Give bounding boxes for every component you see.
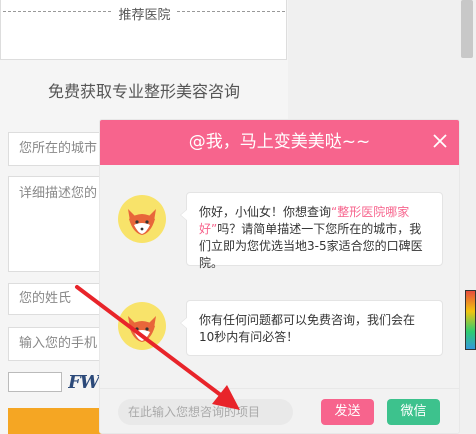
captcha-image[interactable]: FW bbox=[68, 372, 102, 394]
recommended-title: 推荐医院 bbox=[118, 8, 171, 23]
submit-button[interactable] bbox=[8, 408, 104, 434]
chat-header: @我，马上变美美哒~~ bbox=[100, 120, 459, 165]
page-scrollbar[interactable] bbox=[460, 0, 476, 434]
chat-footer: 在此输入您想咨询的项目 发送 微信 bbox=[100, 388, 459, 433]
scrollbar-thumb[interactable] bbox=[461, 0, 473, 58]
divider bbox=[177, 11, 285, 12]
message-text: 你有任何问题都可以免费咨询，我们会在10秒内有问必答！ bbox=[199, 313, 416, 344]
wechat-button[interactable]: 微信 bbox=[387, 399, 440, 425]
chat-dialog: @我，马上变美美哒~~ 你好，小仙女！你想查询“整形医院哪家好”吗？请简单描述一… bbox=[99, 119, 460, 434]
recommended-hospitals-box: 推荐医院 bbox=[0, 0, 287, 60]
message-text: 你好，小仙女！你想查询 bbox=[199, 205, 332, 219]
chat-message: 你有任何问题都可以免费咨询，我们会在10秒内有问必答！ bbox=[180, 300, 443, 356]
captcha-input[interactable] bbox=[8, 372, 62, 392]
chat-message: 你好，小仙女！你想查询“整形医院哪家好”吗？请简单描述一下您所在的城市，我们立即… bbox=[180, 192, 443, 270]
message-text: 吗？请简单描述一下您所在的城市，我们立即为您优选当地3-5家适合您的口碑医院。 bbox=[199, 222, 423, 270]
send-button[interactable]: 发送 bbox=[321, 399, 374, 425]
chat-input[interactable]: 在此输入您想咨询的项目 bbox=[118, 399, 293, 425]
consult-title: 免费获取专业整形美容咨询 bbox=[47, 82, 240, 101]
close-icon[interactable] bbox=[431, 132, 449, 150]
chat-title: @我，马上变美美哒~~ bbox=[188, 132, 371, 152]
fox-avatar-icon bbox=[118, 195, 166, 243]
side-widget[interactable] bbox=[465, 290, 476, 350]
fox-avatar-icon bbox=[118, 302, 166, 350]
